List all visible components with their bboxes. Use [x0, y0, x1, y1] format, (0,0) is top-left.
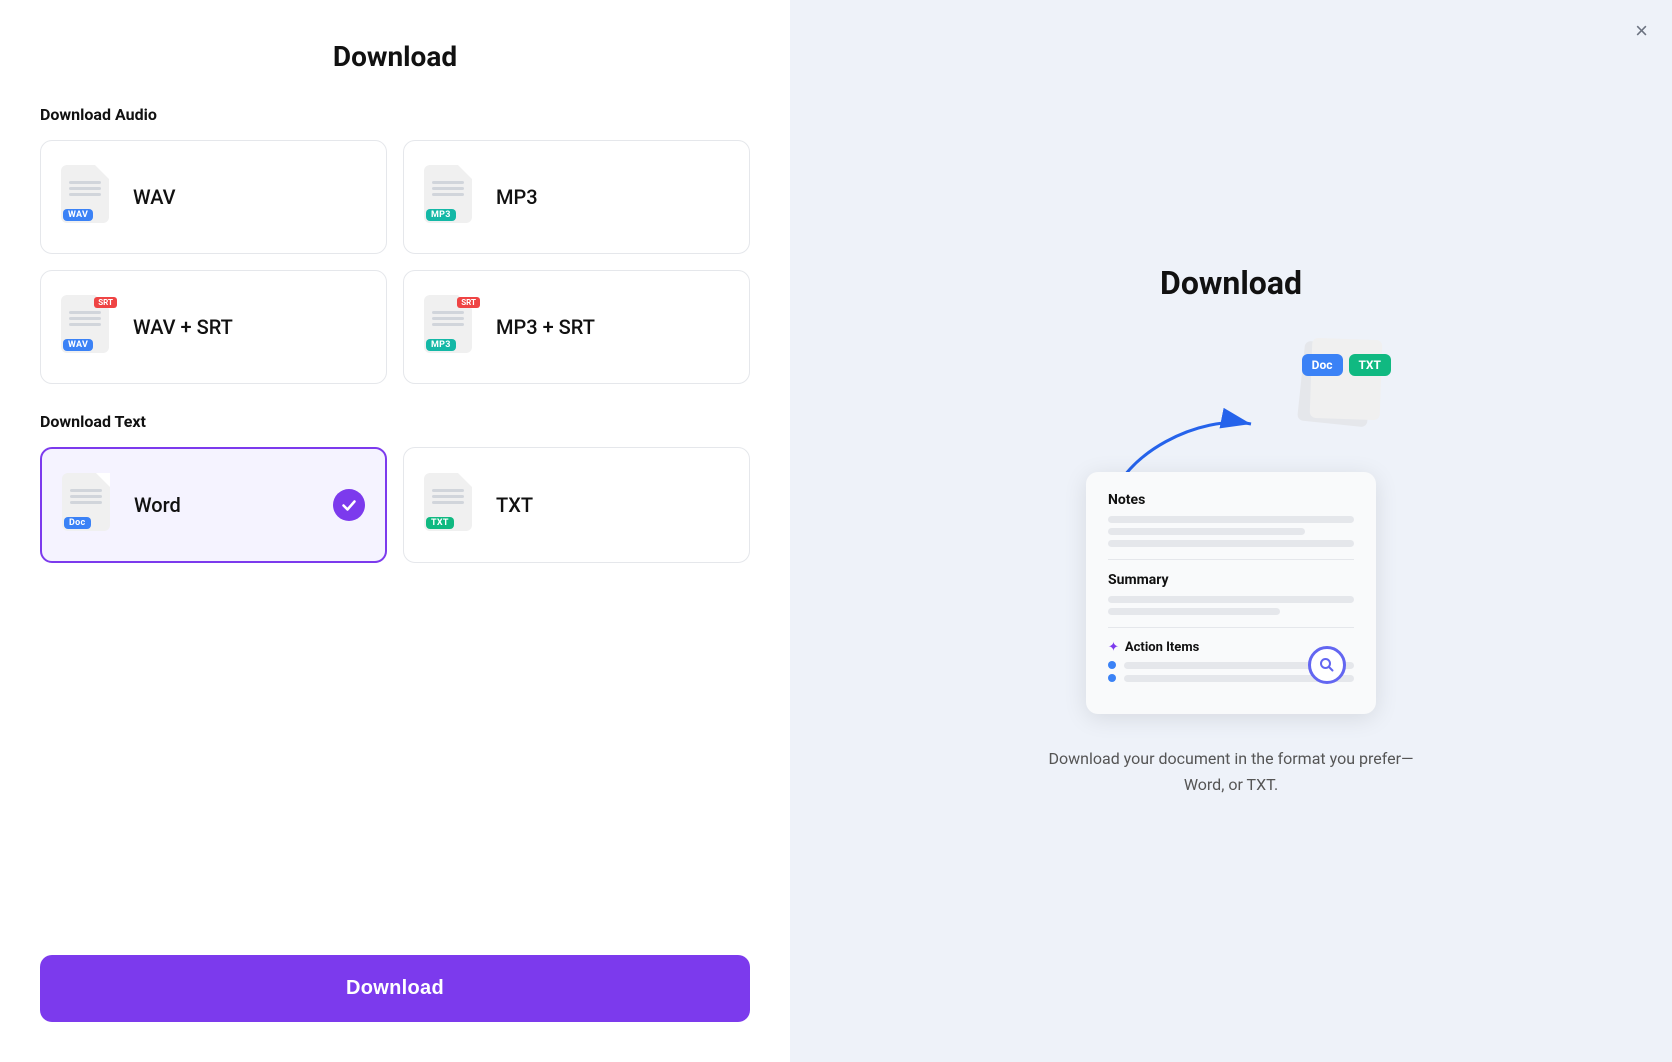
floating-badges: Doc TXT	[1302, 354, 1391, 376]
notes-line-1	[1108, 516, 1354, 523]
float-badge-doc: Doc	[1302, 354, 1343, 376]
download-button[interactable]: Download	[40, 955, 750, 1022]
left-panel: Download Download Audio WAV WAV	[0, 0, 790, 1062]
summary-line-1	[1108, 596, 1354, 603]
bullet-1	[1108, 661, 1116, 669]
wav-format-card[interactable]: WAV WAV	[40, 140, 387, 254]
search-icon-preview	[1308, 646, 1346, 684]
close-button[interactable]: ×	[1635, 20, 1648, 42]
word-format-card[interactable]: Doc Word	[40, 447, 387, 563]
text-format-grid: Doc Word TXT	[40, 447, 750, 563]
mp3-srt-format-card[interactable]: MP3 SRT MP3 + SRT	[403, 270, 750, 384]
bullet-2	[1108, 674, 1116, 682]
notes-line-3	[1108, 540, 1354, 547]
notes-label: Notes	[1108, 492, 1354, 508]
mp3-format-card[interactable]: MP3 MP3	[403, 140, 750, 254]
summary-line-2	[1108, 608, 1280, 615]
modal-title: Download	[40, 40, 750, 73]
txt-format-card[interactable]: TXT TXT	[403, 447, 750, 563]
divider-1	[1108, 559, 1354, 560]
wav-label: WAV	[133, 185, 176, 209]
preview-illustration: Doc TXT Notes Summary ✦	[1061, 334, 1401, 714]
txt-label: TXT	[496, 493, 533, 517]
audio-format-grid: WAV WAV MP3 MP3	[40, 140, 750, 384]
audio-section-label: Download Audio	[40, 105, 750, 124]
word-file-icon: Doc	[62, 473, 118, 537]
action-items-label: Action Items	[1125, 640, 1199, 655]
text-section-label: Download Text	[40, 412, 750, 431]
wav-srt-label: WAV + SRT	[133, 315, 233, 339]
wav-srt-format-card[interactable]: WAV SRT WAV + SRT	[40, 270, 387, 384]
download-button-wrapper: Download	[40, 923, 750, 1022]
word-label: Word	[134, 493, 181, 517]
divider-2	[1108, 627, 1354, 628]
mp3-label: MP3	[496, 185, 538, 209]
paper-bg-2	[1310, 338, 1383, 420]
right-description: Download your document in the format you…	[1031, 746, 1431, 797]
sparkle-icon: ✦	[1108, 640, 1119, 655]
wav-file-icon: WAV	[61, 165, 117, 229]
doc-preview-card: Notes Summary ✦ Action Items	[1086, 472, 1376, 714]
word-selected-check	[333, 489, 365, 521]
right-panel: × Download Doc TXT Notes Su	[790, 0, 1672, 1062]
mp3-srt-file-icon: MP3 SRT	[424, 295, 480, 359]
txt-file-icon: TXT	[424, 473, 480, 537]
mp3-file-icon: MP3	[424, 165, 480, 229]
right-title: Download	[1160, 264, 1302, 302]
mp3-srt-label: MP3 + SRT	[496, 315, 595, 339]
notes-line-2	[1108, 528, 1305, 535]
wav-srt-file-icon: WAV SRT	[61, 295, 117, 359]
float-badge-txt: TXT	[1349, 354, 1392, 376]
summary-label: Summary	[1108, 572, 1354, 588]
